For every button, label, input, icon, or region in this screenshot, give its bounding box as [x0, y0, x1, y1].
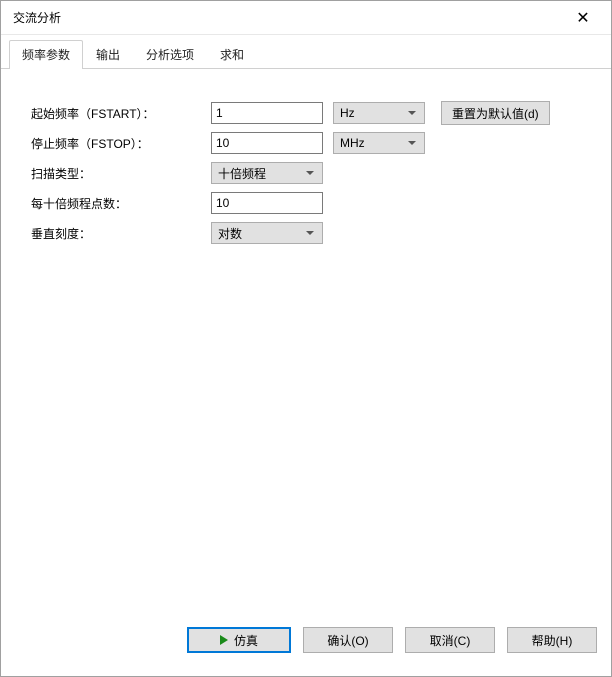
- input-fstart[interactable]: [211, 102, 323, 124]
- label-vertical-scale: 垂直刻度：: [31, 225, 211, 242]
- help-button[interactable]: 帮助(H): [507, 627, 597, 653]
- run-button[interactable]: 仿真: [187, 627, 291, 653]
- tab-bar: 频率参数 输出 分析选项 求和: [1, 35, 611, 69]
- select-value: 十倍频程: [218, 165, 266, 182]
- dialog-footer: 仿真 确认(O) 取消(C) 帮助(H): [1, 616, 611, 676]
- play-icon: [220, 635, 228, 645]
- tab-summation[interactable]: 求和: [207, 40, 257, 69]
- window-title: 交流分析: [13, 9, 563, 26]
- run-button-label: 仿真: [234, 632, 258, 649]
- select-value: Hz: [340, 106, 355, 120]
- cancel-button[interactable]: 取消(C): [405, 627, 495, 653]
- close-button[interactable]: ✕: [563, 4, 603, 32]
- select-vertical-scale[interactable]: 对数: [211, 222, 323, 244]
- select-fstop-unit[interactable]: MHz: [333, 132, 425, 154]
- row-fstop: 停止频率（FSTOP）： MHz: [31, 129, 591, 157]
- input-fstop[interactable]: [211, 132, 323, 154]
- select-value: 对数: [218, 225, 242, 242]
- tab-frequency-params[interactable]: 频率参数: [9, 40, 83, 69]
- row-fstart: 起始频率（FSTART）： Hz 重置为默认值(d): [31, 99, 591, 127]
- row-points-per-decade: 每十倍频程点数：: [31, 189, 591, 217]
- select-value: MHz: [340, 136, 365, 150]
- select-sweep-type[interactable]: 十倍频程: [211, 162, 323, 184]
- select-fstart-unit[interactable]: Hz: [333, 102, 425, 124]
- dialog-ac-analysis: 交流分析 ✕ 频率参数 输出 分析选项 求和 起始频率（FSTART）： Hz …: [0, 0, 612, 677]
- label-sweep-type: 扫描类型：: [31, 165, 211, 182]
- row-sweep-type: 扫描类型： 十倍频程: [31, 159, 591, 187]
- input-points-per-decade[interactable]: [211, 192, 323, 214]
- ok-button[interactable]: 确认(O): [303, 627, 393, 653]
- reset-defaults-button[interactable]: 重置为默认值(d): [441, 101, 550, 125]
- tab-output[interactable]: 输出: [83, 40, 133, 69]
- titlebar: 交流分析 ✕: [1, 1, 611, 35]
- label-points-per-decade: 每十倍频程点数：: [31, 195, 211, 212]
- label-fstop: 停止频率（FSTOP）：: [31, 135, 211, 152]
- tab-analysis-options[interactable]: 分析选项: [133, 40, 207, 69]
- label-fstart: 起始频率（FSTART）：: [31, 105, 211, 122]
- close-icon: ✕: [576, 8, 589, 28]
- row-vertical-scale: 垂直刻度： 对数: [31, 219, 591, 247]
- form-area: 起始频率（FSTART）： Hz 重置为默认值(d) 停止频率（FSTOP）： …: [1, 69, 611, 616]
